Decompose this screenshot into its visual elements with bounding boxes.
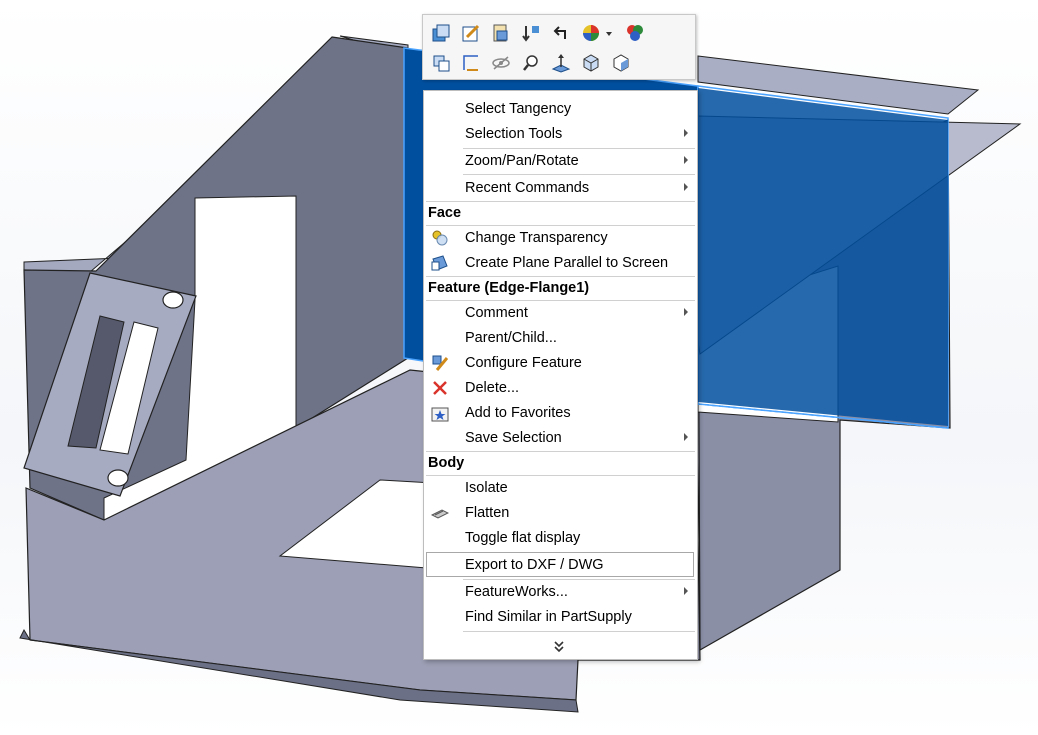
menu-item-label: Parent/Child... (465, 330, 557, 346)
menu-item-label: Select Tangency (465, 101, 572, 117)
menu-item-isolate[interactable]: Isolate (425, 476, 696, 500)
menu-item-label: Flatten (465, 505, 510, 521)
edit-sketch-icon[interactable] (458, 20, 484, 46)
configure-icon (432, 355, 449, 371)
submenu-arrow-icon (684, 129, 688, 137)
feature-properties-icon[interactable] (488, 20, 514, 46)
hide-icon[interactable] (488, 50, 514, 76)
appearance-icon[interactable] (578, 20, 604, 46)
menu-item-change-transparency[interactable]: Change Transparency (425, 226, 696, 250)
delete-icon (433, 381, 447, 395)
rollback-icon[interactable] (518, 20, 544, 46)
context-menu: Select Tangency Selection Tools Zoom/Pan… (423, 90, 698, 660)
submenu-arrow-icon (684, 433, 688, 441)
menu-item-featureworks[interactable]: FeatureWorks... (425, 580, 696, 604)
appearance-dropdown-icon[interactable] (602, 20, 616, 46)
menu-item-label: Isolate (465, 480, 508, 496)
plane-icon (431, 255, 448, 271)
menu-item-comment[interactable]: Comment (425, 301, 696, 325)
flatten-icon (431, 509, 449, 519)
chevron-double-down-icon[interactable] (552, 639, 566, 653)
menu-header-label: Face (428, 205, 462, 221)
submenu-arrow-icon (684, 183, 688, 191)
menu-item-label: Add to Favorites (465, 405, 571, 421)
menu-header-feature: Feature (Edge-Flange1) (425, 276, 696, 300)
menu-item-label: Selection Tools (465, 126, 563, 142)
menu-separator (463, 631, 695, 632)
menu-item-label: Delete... (465, 380, 519, 396)
isometric-icon[interactable] (608, 50, 634, 76)
menu-header-face: Face (425, 201, 696, 225)
menu-item-create-plane[interactable]: Create Plane Parallel to Screen (425, 251, 696, 275)
select-other-icon[interactable] (428, 50, 454, 76)
menu-item-label: Comment (465, 305, 528, 321)
menu-item-label: Toggle flat display (465, 530, 581, 546)
menu-item-find-similar[interactable]: Find Similar in PartSupply (425, 605, 696, 629)
menu-item-label: Recent Commands (465, 180, 590, 196)
submenu-arrow-icon (684, 156, 688, 164)
menu-item-delete[interactable]: Delete... (425, 376, 696, 400)
menu-item-save-selection[interactable]: Save Selection (425, 426, 696, 450)
menu-item-recent-commands[interactable]: Recent Commands (425, 176, 696, 200)
submenu-arrow-icon (684, 308, 688, 316)
normal-to-icon[interactable] (548, 50, 574, 76)
undo-icon[interactable] (548, 20, 574, 46)
menu-header-label: Body (428, 455, 465, 471)
menu-separator (463, 174, 695, 175)
menu-item-label: Change Transparency (465, 230, 608, 246)
colors-icon[interactable] (622, 20, 648, 46)
menu-item-label: Export to DXF / DWG (465, 556, 604, 573)
submenu-arrow-icon (684, 587, 688, 595)
menu-item-label: Save Selection (465, 430, 562, 446)
sketch-icon[interactable] (458, 50, 484, 76)
menu-item-configure-feature[interactable]: Configure Feature (425, 351, 696, 375)
menu-item-select-tangency[interactable]: Select Tangency (425, 97, 696, 121)
menu-item-zoom-pan-rotate[interactable]: Zoom/Pan/Rotate (425, 149, 696, 173)
menu-item-add-to-favorites[interactable]: Add to Favorites (425, 401, 696, 425)
menu-item-parent-child[interactable]: Parent/Child... (425, 326, 696, 350)
menu-item-label: Configure Feature (465, 355, 582, 371)
transparency-icon (432, 230, 448, 246)
menu-item-export-dxf-dwg[interactable]: Export to DXF / DWG (426, 552, 694, 577)
zoom-to-selection-icon[interactable] (428, 20, 454, 46)
menu-item-label: Create Plane Parallel to Screen (465, 255, 669, 271)
favorites-icon (431, 407, 449, 422)
context-toolbar (422, 14, 696, 80)
menu-item-selection-tools[interactable]: Selection Tools (425, 122, 696, 146)
menu-item-label: Zoom/Pan/Rotate (465, 153, 579, 169)
menu-item-label: FeatureWorks... (465, 584, 568, 600)
menu-item-flatten[interactable]: Flatten (425, 501, 696, 525)
menu-item-label: Find Similar in PartSupply (465, 609, 632, 625)
zoom-icon[interactable] (518, 50, 544, 76)
menu-header-label: Feature (Edge-Flange1) (428, 280, 590, 296)
view-orientation-icon[interactable] (578, 50, 604, 76)
menu-item-toggle-flat-display[interactable]: Toggle flat display (425, 526, 696, 550)
menu-header-body: Body (425, 451, 696, 475)
